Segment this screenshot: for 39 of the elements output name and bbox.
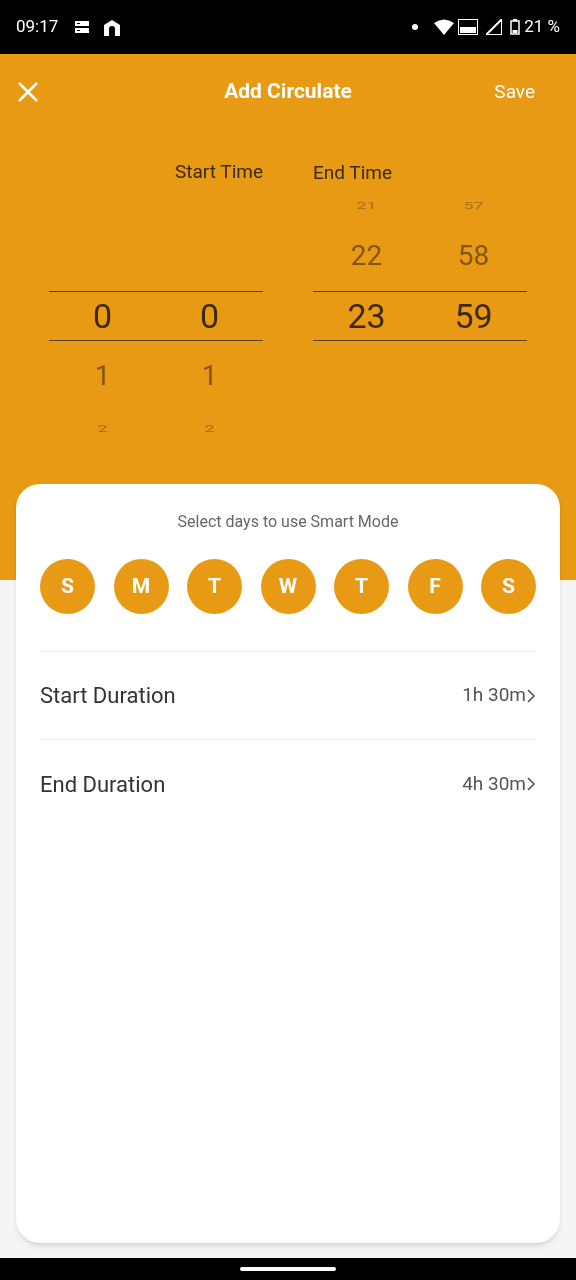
day-toggle[interactable]: W — [260, 559, 316, 614]
battery-icon — [510, 19, 521, 35]
chevron-icon — [526, 776, 536, 792]
days-prompt: Select days to use Smart Mode — [177, 511, 399, 533]
picker-value[interactable]: 58 — [457, 242, 490, 270]
duration-row[interactable]: Start Duration 1h 30m — [40, 652, 536, 740]
duration-row[interactable]: End Duration 4h 30m — [40, 740, 536, 828]
storage-icon — [74, 20, 91, 34]
day-toggle[interactable]: S — [40, 559, 95, 614]
clock: 09:17 — [16, 15, 59, 39]
selected-value[interactable]: 0 — [199, 299, 220, 333]
wifi-icon — [434, 19, 455, 35]
volte-icon — [458, 19, 479, 35]
day-toggle[interactable]: T — [187, 559, 242, 614]
duration-label: Start Duration — [40, 682, 177, 710]
duration-label: End Duration — [40, 770, 167, 799]
dot-icon — [412, 24, 419, 30]
screen-title: Add Circulate — [224, 78, 352, 106]
day-toggle[interactable]: S — [481, 559, 536, 614]
picker-value[interactable]: 1 — [201, 362, 218, 390]
day-toggle[interactable]: M — [113, 559, 169, 614]
selected-value[interactable]: 0 — [92, 299, 113, 333]
start-time-label: Start Time — [175, 162, 263, 185]
picker-value[interactable]: 1 — [94, 362, 111, 390]
picker-value[interactable]: 22 — [350, 242, 383, 270]
close-button[interactable] — [16, 80, 40, 104]
duration-value: 4h 30m — [462, 770, 526, 797]
end-time-label: End Time — [313, 161, 393, 184]
signal-icon — [486, 19, 503, 35]
day-toggle[interactable]: F — [407, 559, 463, 614]
close-icon — [17, 81, 39, 103]
day-toggle[interactable]: T — [334, 559, 389, 614]
save-button[interactable]: Save — [494, 77, 535, 107]
selected-value[interactable]: 23 — [347, 299, 386, 333]
battery-level: 21 % — [524, 15, 560, 39]
chevron-icon — [526, 687, 536, 704]
duration-value: 1h 30m — [462, 682, 526, 709]
selected-value[interactable]: 59 — [454, 299, 493, 333]
home-handle[interactable] — [240, 1267, 336, 1271]
